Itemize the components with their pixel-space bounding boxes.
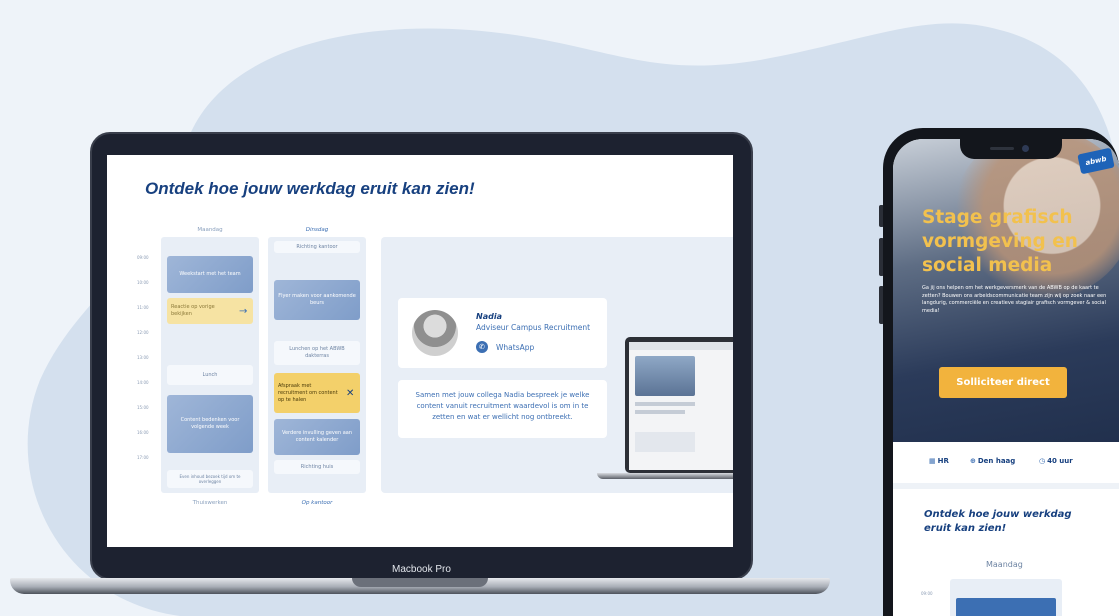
meta-location-label: Den haag <box>977 457 1016 465</box>
column-footer-dinsdag: Op kantoor <box>301 500 333 506</box>
apply-button[interactable]: Solliciteer direct <box>939 367 1067 398</box>
avatar <box>412 310 458 356</box>
mini-laptop-screen <box>629 342 733 470</box>
contact-role: Adviseur Campus Recruitment <box>476 323 591 332</box>
whatsapp-link[interactable]: WhatsApp <box>496 343 534 352</box>
time-label: 12:00 <box>137 330 149 335</box>
schedule-card-highlight[interactable]: Reactie op vorige bekijken → <box>167 298 253 324</box>
section-title: Ontdek hoe jouw werkdag eruit kan zien! <box>924 509 1072 534</box>
schedule-card[interactable]: Lunch <box>167 365 253 385</box>
day-label: Maandag <box>986 560 1023 569</box>
schedule-card[interactable]: Verdere invulling geven aan content kale… <box>274 419 360 455</box>
schedule-card-active[interactable]: Afspraak met recruitment om content op t… <box>274 373 360 413</box>
section-divider <box>893 483 1119 489</box>
hero-description: Ga jij ons helpen om het werkgeversmerk … <box>922 285 1107 314</box>
schedule-card[interactable]: Weekstart met het team <box>167 256 253 293</box>
whatsapp-icon[interactable]: ✆ <box>476 341 488 353</box>
time-label: 14:00 <box>137 380 149 385</box>
column-footer-maandag: Thuiswerken <box>192 500 228 506</box>
close-icon[interactable]: ✕ <box>346 388 354 398</box>
time-label: 16:00 <box>137 430 149 435</box>
meta-hours: ◷ 40 uur <box>1039 457 1073 465</box>
contact-name: Nadia <box>476 312 502 321</box>
time-label: 17:00 <box>137 455 149 460</box>
card-label: Afspraak met recruitment om content op t… <box>278 382 338 403</box>
schedule-card[interactable]: Content bedenken voor volgende week <box>167 395 253 453</box>
schedule-card[interactable]: Lunchen op het ABWB dakterras <box>274 341 360 365</box>
meta-hours-label: 40 uur <box>1047 457 1073 465</box>
time-label: 11:00 <box>137 305 149 310</box>
meta-department-label: HR <box>937 457 949 465</box>
schedule-card[interactable]: Richting huis <box>274 460 360 474</box>
meta-department: ▦ HR <box>929 457 949 465</box>
time-label: 10:00 <box>137 280 149 285</box>
laptop-screen: Ontdek hoe jouw werkdag eruit kan zien! … <box>107 155 733 547</box>
laptop-model-label: Macbook Pro <box>392 564 451 575</box>
meta-location: ⊕ Den haag <box>970 457 1015 465</box>
phone-notch <box>960 139 1062 159</box>
location-icon: ⊕ <box>970 457 976 465</box>
phone-screen: abwb Stage grafisch vormgeving en social… <box>893 139 1119 616</box>
message-card: Samen met jouw collega Nadia bespreek je… <box>398 380 607 438</box>
time-label: 09:00 <box>921 591 933 596</box>
hero-title: Stage grafisch vormgeving en social medi… <box>922 207 1078 276</box>
card-label: Reactie op vorige bekijken <box>171 304 215 317</box>
contact-card: Nadia Adviseur Campus Recruitment ✆ What… <box>398 298 607 368</box>
time-column: 09:00 10:00 11:00 12:00 13:00 14:00 15:0… <box>137 255 161 480</box>
time-label: 15:00 <box>137 405 149 410</box>
schedule-card[interactable] <box>956 598 1056 616</box>
time-label: 09:00 <box>137 255 149 260</box>
column-header-dinsdag: Dinsdag <box>305 227 329 233</box>
schedule-card[interactable]: Even inhoud bezoek tijd om te overleggen <box>167 470 253 488</box>
laptop-notch <box>352 578 488 587</box>
page-title: Ontdek hoe jouw werkdag eruit kan zien! <box>145 179 475 198</box>
clock-icon: ◷ <box>1039 457 1046 465</box>
time-label: 13:00 <box>137 355 149 360</box>
schedule-card[interactable]: Flyer maken voor aankomende beurs <box>274 280 360 320</box>
mini-laptop-base <box>597 473 733 479</box>
column-header-maandag: Maandag <box>197 227 223 233</box>
building-icon: ▦ <box>929 457 936 465</box>
arrow-right-icon[interactable]: → <box>239 306 247 316</box>
schedule-card[interactable]: Richting kantoor <box>274 241 360 253</box>
